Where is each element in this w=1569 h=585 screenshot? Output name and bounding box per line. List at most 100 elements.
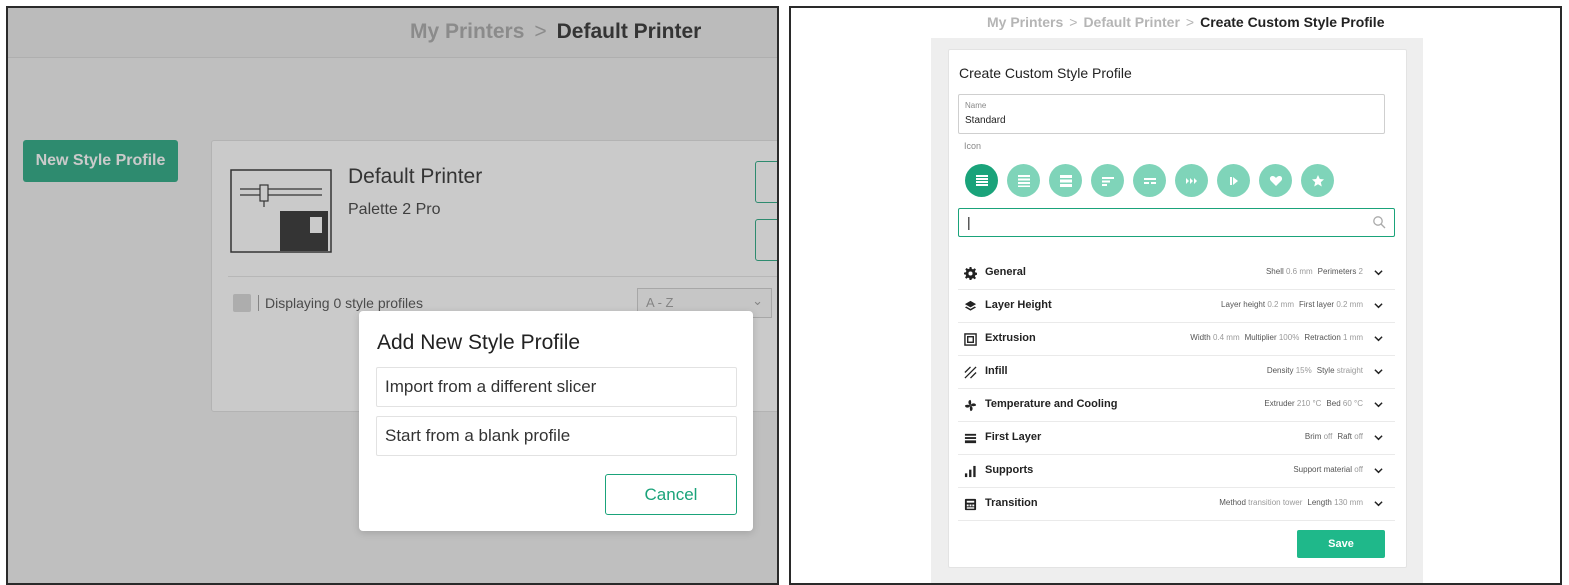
setting-summary: Extruder 210 °C Bed 60 °C: [1264, 399, 1363, 408]
setting-row-general[interactable]: General Shell 0.6 mm Perimeters 2: [958, 257, 1395, 290]
star-icon[interactable]: [1301, 164, 1334, 197]
summary-key: Style: [1316, 366, 1337, 375]
summary-value: transition tower: [1248, 498, 1303, 507]
summary-key: Extruder: [1264, 399, 1297, 408]
summary-key: Brim: [1304, 432, 1324, 441]
lines-medium-icon[interactable]: [1007, 164, 1040, 197]
start-blank-profile-option[interactable]: Start from a blank profile: [376, 416, 737, 456]
summary-value: 130 mm: [1334, 498, 1363, 507]
chevron-down-icon[interactable]: [1374, 400, 1383, 409]
setting-row-supports[interactable]: Supports Support material off: [958, 455, 1395, 488]
text-cursor: |: [967, 214, 971, 230]
fan-icon: [964, 399, 977, 412]
icon-picker: [965, 164, 1334, 197]
setting-name: Supports: [985, 464, 1034, 476]
first-layer-icon: [964, 433, 977, 444]
summary-value: 2: [1358, 267, 1363, 276]
style-profile-form: Create Custom Style Profile Name Standar…: [948, 49, 1407, 568]
summary-key: Bed: [1326, 399, 1343, 408]
summary-key: Length: [1307, 498, 1335, 507]
setting-summary: Method transition tower Length 130 mm: [1219, 498, 1363, 507]
name-field-label: Name: [965, 101, 987, 110]
summary-key: Width: [1190, 333, 1213, 342]
setting-summary: Density 15% Style straight: [1267, 366, 1363, 375]
name-field[interactable]: Name Standard: [958, 94, 1385, 134]
summary-value: straight: [1336, 366, 1363, 375]
cancel-button[interactable]: Cancel: [605, 474, 737, 515]
setting-summary: Width 0.4 mm Multiplier 100% Retraction 1 …: [1190, 333, 1363, 342]
lines-short-icon[interactable]: [1091, 164, 1124, 197]
setting-name: First Layer: [985, 431, 1042, 443]
summary-value: 60 °C: [1342, 399, 1363, 408]
search-input[interactable]: |: [958, 208, 1395, 237]
summary-value: off: [1323, 432, 1333, 441]
chevron-down-icon[interactable]: [1374, 268, 1383, 277]
lines-thick-icon[interactable]: [1049, 164, 1082, 197]
breadcrumb-my-printers[interactable]: My Printers: [987, 14, 1063, 30]
summary-key: First layer: [1298, 300, 1337, 309]
summary-key: Perimeters: [1317, 267, 1359, 276]
fast-forward-icon[interactable]: [1175, 164, 1208, 197]
infill-icon: [964, 366, 977, 379]
summary-key: Method: [1219, 498, 1249, 507]
summary-value: 100%: [1278, 333, 1300, 342]
lines-dense-icon[interactable]: [965, 164, 998, 197]
setting-row-infill[interactable]: Infill Density 15% Style straight: [958, 356, 1395, 389]
breadcrumb-separator: >: [1185, 14, 1195, 30]
summary-value: 0.6 mm: [1285, 267, 1313, 276]
icon-label: Icon: [964, 141, 982, 151]
chevron-down-icon[interactable]: [1374, 301, 1383, 310]
chevron-down-icon[interactable]: [1374, 466, 1383, 475]
breadcrumb-separator: >: [1069, 14, 1078, 30]
summary-key: Layer height: [1221, 300, 1268, 309]
setting-row-transition[interactable]: Transition Method transition tower Length…: [958, 488, 1395, 521]
summary-value: 0.4 mm: [1212, 333, 1240, 342]
form-title: Create Custom Style Profile: [959, 65, 1132, 81]
summary-value: 0.2 mm: [1336, 300, 1363, 309]
heart-icon[interactable]: [1259, 164, 1292, 197]
setting-name: General: [985, 266, 1026, 278]
play-step-icon[interactable]: [1217, 164, 1250, 197]
summary-value: off: [1354, 465, 1363, 474]
summary-key: Support material: [1293, 465, 1355, 474]
chevron-down-icon[interactable]: [1374, 433, 1383, 442]
chevron-down-icon[interactable]: [1374, 334, 1383, 343]
summary-key: Raft: [1337, 432, 1355, 441]
setting-row-temperature-cooling[interactable]: Temperature and Cooling Extruder 210 °C B…: [958, 389, 1395, 422]
setting-name: Transition: [985, 497, 1038, 509]
breadcrumb-current: Create Custom Style Profile: [1200, 14, 1385, 30]
right-screenshot: My Printers > Default Printer > Create Custo…: [789, 6, 1562, 585]
summary-key: Density: [1266, 366, 1296, 375]
setting-summary: Support material off: [1293, 465, 1363, 474]
breadcrumb-default-printer[interactable]: Default Printer: [1083, 14, 1179, 30]
summary-value: 1 mm: [1343, 333, 1363, 342]
summary-value: off: [1354, 432, 1363, 441]
settings-list: General Shell 0.6 mm Perimeters 2 Layer H…: [958, 257, 1395, 521]
setting-row-layer-height[interactable]: Layer Height Layer height 0.2 mm First la…: [958, 290, 1395, 323]
setting-row-extrusion[interactable]: Extrusion Width 0.4 mm Multiplier 100% Ret…: [958, 323, 1395, 356]
setting-name: Layer Height: [985, 299, 1052, 311]
search-icon: [1373, 216, 1386, 229]
summary-value: 0.2 mm: [1267, 300, 1294, 309]
summary-key: Shell: [1265, 267, 1286, 276]
setting-summary: Layer height 0.2 mm First layer 0.2 mm: [1221, 300, 1363, 309]
supports-icon: [964, 465, 976, 478]
lines-split-icon[interactable]: [1133, 164, 1166, 197]
import-from-slicer-option[interactable]: Import from a different slicer: [376, 367, 737, 407]
summary-key: Multiplier: [1244, 333, 1279, 342]
gear-icon: [964, 267, 977, 280]
summary-value: 210 °C: [1296, 399, 1322, 408]
add-style-profile-modal: Add New Style Profile Import from a diff…: [359, 311, 753, 531]
setting-row-first-layer[interactable]: First Layer Brim off Raft off: [958, 422, 1395, 455]
setting-name: Infill: [985, 365, 1008, 377]
chevron-down-icon[interactable]: [1374, 499, 1383, 508]
left-screenshot: My Printers > Default Printer New Style Pr…: [6, 6, 779, 585]
save-button[interactable]: Save: [1297, 530, 1385, 558]
transition-icon: [964, 498, 977, 511]
summary-key: Retraction: [1304, 333, 1343, 342]
setting-name: Temperature and Cooling: [985, 398, 1118, 410]
name-field-value: Standard: [965, 115, 1006, 126]
summary-value: 15%: [1295, 366, 1312, 375]
setting-name: Extrusion: [985, 332, 1036, 344]
chevron-down-icon[interactable]: [1374, 367, 1383, 376]
